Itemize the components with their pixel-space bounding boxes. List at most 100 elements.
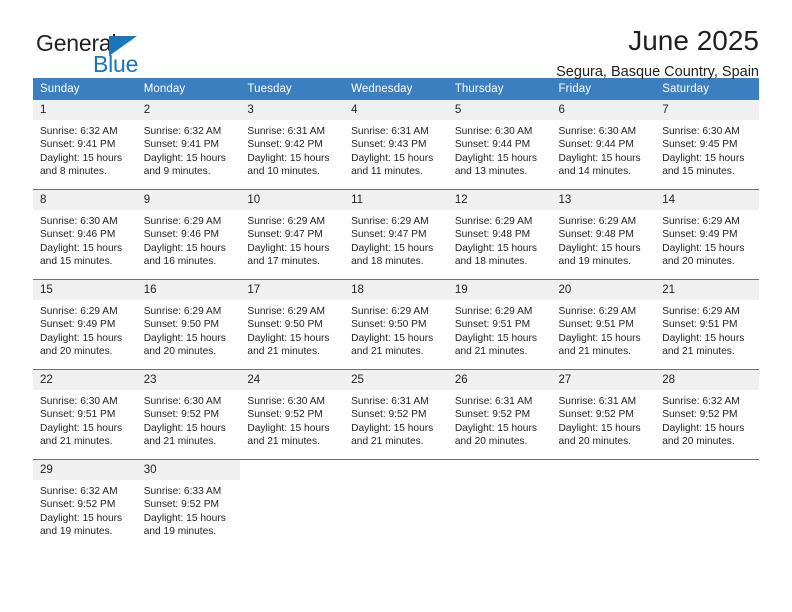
sunrise-text: Sunrise: 6:29 AM (662, 306, 740, 317)
sunrise-text: Sunrise: 6:30 AM (662, 126, 740, 137)
calendar-day-cell[interactable]: 19 Sunrise: 6:29 AM Sunset: 9:51 PM Dayligh… (447, 279, 552, 370)
calendar-day-cell[interactable]: 9 Sunrise: 6:29 AM Sunset: 9:46 PM Daylight… (136, 189, 241, 280)
calendar-day-cell-empty (447, 459, 552, 549)
calendar-week-row: 22 Sunrise: 6:30 AM Sunset: 9:51 PM Dayligh… (33, 369, 759, 460)
daylight-text: Daylight: 15 hours and 15 minutes. (662, 152, 745, 178)
calendar-day-cell[interactable]: 24 Sunrise: 6:30 AM Sunset: 9:52 PM Dayligh… (240, 369, 345, 460)
day-details: Sunrise: 6:30 AM Sunset: 9:51 PM Daylight:… (33, 390, 137, 449)
calendar-day-cell[interactable]: 22 Sunrise: 6:30 AM Sunset: 9:51 PM Dayligh… (33, 369, 137, 460)
day-number (552, 460, 656, 480)
calendar-week-row: 8 Sunrise: 6:30 AM Sunset: 9:46 PM Daylight… (33, 189, 759, 280)
daylight-text: Daylight: 15 hours and 16 minutes. (143, 242, 226, 268)
sunrise-text: Sunrise: 6:31 AM (247, 126, 325, 137)
day-details: Sunrise: 6:29 AM Sunset: 9:51 PM Daylight:… (655, 300, 759, 359)
title-block: June 2025 Segura, Basque Country, Spain (556, 24, 759, 82)
calendar-day-cell[interactable]: 14 Sunrise: 6:29 AM Sunset: 9:49 PM Dayligh… (655, 189, 759, 280)
sunrise-text: Sunrise: 6:29 AM (558, 216, 637, 227)
sunset-text: Sunset: 9:51 PM (454, 319, 531, 331)
daylight-text: Daylight: 15 hours and 21 minutes. (662, 332, 745, 358)
calendar-day-cell[interactable]: 23 Sunrise: 6:30 AM Sunset: 9:52 PM Dayligh… (136, 369, 241, 460)
day-number: 24 (240, 370, 345, 390)
calendar-day-cell[interactable]: 12 Sunrise: 6:29 AM Sunset: 9:48 PM Dayligh… (447, 189, 552, 280)
calendar-day-cell[interactable]: 27 Sunrise: 6:31 AM Sunset: 9:52 PM Dayligh… (551, 369, 656, 460)
calendar-day-cell[interactable]: 15 Sunrise: 6:29 AM Sunset: 9:49 PM Dayligh… (33, 279, 137, 370)
day-number: 14 (655, 190, 759, 210)
sunrise-text: Sunrise: 6:30 AM (143, 396, 222, 407)
day-details: Sunrise: 6:29 AM Sunset: 9:51 PM Daylight:… (552, 300, 656, 359)
day-number: 5 (447, 100, 552, 120)
sunrise-text: Sunrise: 6:32 AM (40, 126, 118, 137)
daylight-text: Daylight: 15 hours and 21 minutes. (40, 422, 123, 448)
calendar-body: 1 Sunrise: 6:32 AM Sunset: 9:41 PM Daylight… (33, 100, 759, 549)
weekday-header-monday: Monday (136, 78, 241, 100)
day-details: Sunrise: 6:30 AM Sunset: 9:52 PM Daylight:… (137, 390, 241, 449)
calendar-day-cell[interactable]: 4 Sunrise: 6:31 AM Sunset: 9:43 PM Daylight… (344, 100, 448, 190)
day-number: 1 (33, 100, 137, 120)
daylight-text: Daylight: 15 hours and 21 minutes. (454, 332, 537, 358)
weekday-header-thursday: Thursday (447, 78, 552, 100)
sunset-text: Sunset: 9:41 PM (143, 139, 220, 151)
daylight-text: Daylight: 15 hours and 8 minutes. (40, 152, 123, 178)
daylight-text: Daylight: 15 hours and 21 minutes. (247, 422, 330, 448)
day-details: Sunrise: 6:33 AM Sunset: 9:52 PM Daylight:… (137, 480, 241, 539)
day-number: 10 (240, 190, 345, 210)
sunset-text: Sunset: 9:51 PM (662, 319, 738, 331)
day-number: 29 (33, 460, 137, 480)
daylight-text: Daylight: 15 hours and 13 minutes. (454, 152, 537, 178)
calendar-day-cell[interactable]: 8 Sunrise: 6:30 AM Sunset: 9:46 PM Daylight… (33, 189, 137, 280)
day-details: Sunrise: 6:31 AM Sunset: 9:52 PM Daylight:… (344, 390, 448, 449)
sunrise-text: Sunrise: 6:29 AM (454, 306, 533, 317)
day-details: Sunrise: 6:31 AM Sunset: 9:43 PM Daylight:… (344, 120, 448, 179)
sunset-text: Sunset: 9:50 PM (143, 319, 220, 331)
sunset-text: Sunset: 9:49 PM (662, 229, 738, 241)
sunset-text: Sunset: 9:46 PM (143, 229, 220, 241)
calendar-day-cell[interactable]: 17 Sunrise: 6:29 AM Sunset: 9:50 PM Dayligh… (240, 279, 345, 370)
sunrise-text: Sunrise: 6:29 AM (351, 306, 429, 317)
sunrise-text: Sunrise: 6:30 AM (247, 396, 325, 407)
calendar-day-cell[interactable]: 7 Sunrise: 6:30 AM Sunset: 9:45 PM Daylight… (655, 100, 759, 190)
sunset-text: Sunset: 9:42 PM (247, 139, 323, 151)
calendar-table: Sunday Monday Tuesday Wednesday Thursday… (33, 78, 759, 549)
day-details: Sunrise: 6:29 AM Sunset: 9:51 PM Daylight:… (448, 300, 552, 359)
day-number (240, 460, 344, 480)
calendar-day-cell[interactable]: 18 Sunrise: 6:29 AM Sunset: 9:50 PM Dayligh… (344, 279, 448, 370)
calendar-day-cell[interactable]: 5 Sunrise: 6:30 AM Sunset: 9:44 PM Daylight… (447, 100, 552, 190)
day-number: 13 (551, 190, 656, 210)
calendar-day-cell[interactable]: 26 Sunrise: 6:31 AM Sunset: 9:52 PM Dayligh… (447, 369, 552, 460)
calendar-day-cell[interactable]: 10 Sunrise: 6:29 AM Sunset: 9:47 PM Dayligh… (240, 189, 345, 280)
daylight-text: Daylight: 15 hours and 18 minutes. (351, 242, 434, 268)
calendar-day-cell[interactable]: 3 Sunrise: 6:31 AM Sunset: 9:42 PM Daylight… (240, 100, 345, 190)
calendar-day-cell[interactable]: 11 Sunrise: 6:29 AM Sunset: 9:47 PM Dayligh… (344, 189, 448, 280)
calendar-day-cell[interactable]: 21 Sunrise: 6:29 AM Sunset: 9:51 PM Dayligh… (655, 279, 759, 370)
daylight-text: Daylight: 15 hours and 10 minutes. (247, 152, 330, 178)
calendar-day-cell[interactable]: 13 Sunrise: 6:29 AM Sunset: 9:48 PM Dayligh… (551, 189, 656, 280)
daylight-text: Daylight: 15 hours and 14 minutes. (558, 152, 641, 178)
calendar-day-cell[interactable]: 2 Sunrise: 6:32 AM Sunset: 9:41 PM Daylight… (136, 100, 241, 190)
sunset-text: Sunset: 9:45 PM (662, 139, 738, 151)
calendar-day-cell[interactable]: 25 Sunrise: 6:31 AM Sunset: 9:52 PM Dayligh… (344, 369, 448, 460)
sunset-text: Sunset: 9:48 PM (558, 229, 634, 241)
sunrise-text: Sunrise: 6:29 AM (662, 216, 740, 227)
calendar-day-cell[interactable]: 20 Sunrise: 6:29 AM Sunset: 9:51 PM Dayligh… (551, 279, 656, 370)
calendar-day-cell[interactable]: 6 Sunrise: 6:30 AM Sunset: 9:44 PM Daylight… (551, 100, 656, 190)
daylight-text: Daylight: 15 hours and 11 minutes. (351, 152, 434, 178)
sunset-text: Sunset: 9:41 PM (40, 139, 116, 151)
sunrise-text: Sunrise: 6:29 AM (143, 306, 222, 317)
day-details: Sunrise: 6:32 AM Sunset: 9:41 PM Daylight:… (137, 120, 241, 179)
daylight-text: Daylight: 15 hours and 21 minutes. (351, 422, 434, 448)
calendar-day-cell[interactable]: 28 Sunrise: 6:32 AM Sunset: 9:52 PM Dayligh… (655, 369, 759, 460)
calendar-day-cell[interactable]: 1 Sunrise: 6:32 AM Sunset: 9:41 PM Daylight… (33, 100, 137, 190)
calendar-day-cell[interactable]: 30 Sunrise: 6:33 AM Sunset: 9:52 PM Dayligh… (136, 459, 241, 549)
day-number: 22 (33, 370, 137, 390)
generalblue-logo[interactable]: General Blue (36, 30, 236, 77)
day-number: 7 (655, 100, 759, 120)
daylight-text: Daylight: 15 hours and 19 minutes. (558, 242, 641, 268)
sunset-text: Sunset: 9:52 PM (247, 409, 323, 421)
day-details: Sunrise: 6:29 AM Sunset: 9:50 PM Daylight:… (137, 300, 241, 359)
calendar-day-cell[interactable]: 29 Sunrise: 6:32 AM Sunset: 9:52 PM Dayligh… (33, 459, 137, 549)
calendar-day-cell[interactable]: 16 Sunrise: 6:29 AM Sunset: 9:50 PM Dayligh… (136, 279, 241, 370)
day-details: Sunrise: 6:30 AM Sunset: 9:44 PM Daylight:… (552, 120, 656, 179)
sunrise-text: Sunrise: 6:31 AM (351, 126, 429, 137)
calendar-week-row: 1 Sunrise: 6:32 AM Sunset: 9:41 PM Daylight… (33, 100, 759, 190)
calendar-week-row: 15 Sunrise: 6:29 AM Sunset: 9:49 PM Dayligh… (33, 279, 759, 370)
